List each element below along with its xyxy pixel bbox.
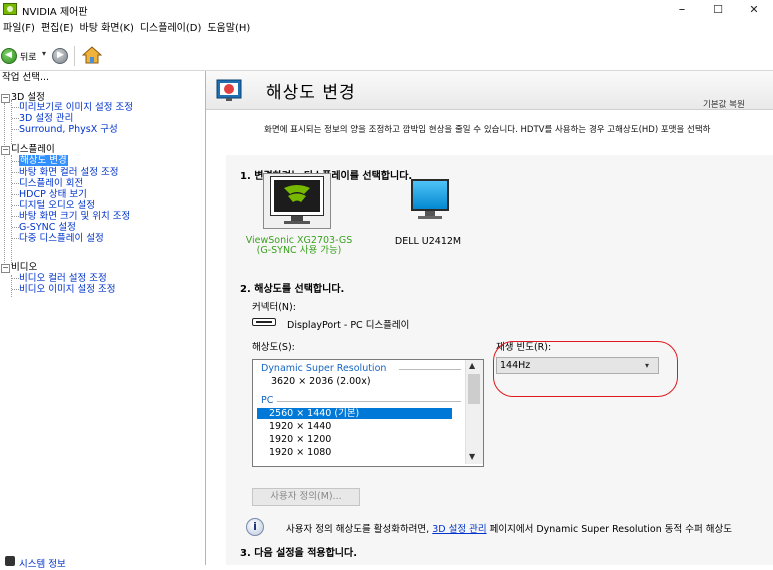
monitor1-gsync-note: (G-SYNC 사용 가능) <box>256 245 342 256</box>
forward-arrow-icon[interactable] <box>52 48 68 64</box>
window-title: NVIDIA 제어판 <box>22 7 88 18</box>
page-banner: 해상도 변경 기본값 복원 <box>206 71 773 110</box>
tree-item-multi-display[interactable]: 다중 디스플레이 설정 <box>19 233 104 244</box>
page-description: 화면에 표시되는 정보의 양을 조정하고 깜박임 현상을 줄일 수 있습니다. … <box>264 125 711 135</box>
tree-item-desktop-size[interactable]: 바탕 화면 크기 및 위치 조정 <box>19 211 130 222</box>
tree-item-manage-3d[interactable]: 3D 설정 관리 <box>19 113 73 124</box>
back-arrow-icon[interactable] <box>1 48 17 64</box>
restore-defaults-link[interactable]: 기본값 복원 <box>703 98 745 110</box>
tree-item-change-resolution[interactable]: 해상도 변경 <box>19 155 68 166</box>
title-bar: NVIDIA 제어판 – ☐ ✕ <box>0 0 773 20</box>
tree-item-video-color[interactable]: 비디오 컬러 설정 조정 <box>19 273 107 284</box>
step2-heading: 2. 해상도를 선택합니다. <box>240 284 345 295</box>
list-item-selected[interactable]: 2560 × 1440 (기본) <box>257 408 452 419</box>
info-note: 사용자 정의 해상도를 활성화하려면, 3D 설정 관리 페이지에서 Dynam… <box>286 521 732 535</box>
highlight-annotation-circle <box>493 341 678 397</box>
list-item[interactable]: 1920 × 1440 <box>269 421 481 432</box>
tree-item-hdcp-status[interactable]: HDCP 상태 보기 <box>19 189 87 200</box>
nvidia-app-icon <box>3 3 17 15</box>
dell-monitor-icon[interactable] <box>411 179 449 211</box>
tree-item-rotate-display[interactable]: 디스플레이 회전 <box>19 178 83 189</box>
tree-item-image-preview[interactable]: 미리보기로 이미지 설정 조정 <box>19 102 133 113</box>
menu-display[interactable]: 디스플레이(D) <box>137 21 205 37</box>
menu-bar: 파일(F) 편집(E) 바탕 화면(K) 디스플레이(D) 도움말(H) <box>0 21 773 37</box>
tree-group-video[interactable]: 비디오 <box>11 262 37 273</box>
back-history-dropdown[interactable]: ▾ <box>42 49 46 58</box>
tree-item-video-image[interactable]: 비디오 이미지 설정 조정 <box>19 284 115 295</box>
tree-item-gsync[interactable]: G-SYNC 설정 <box>19 222 76 233</box>
maximize-button[interactable]: ☐ <box>700 0 736 20</box>
back-button-label[interactable]: 뒤로 <box>20 50 37 63</box>
tree-item-digital-audio[interactable]: 디지털 오디오 설정 <box>19 200 95 211</box>
menu-help[interactable]: 도움말(H) <box>204 21 253 37</box>
connector-value: DisplayPort - PC 디스플레이 <box>287 320 410 331</box>
scroll-up-icon[interactable]: ▲ <box>469 361 475 370</box>
toolbar-divider <box>74 46 75 66</box>
resolution-listbox[interactable]: Dynamic Super Resolution 3620 × 2036 (2.… <box>252 359 484 467</box>
collapse-display-icon[interactable]: − <box>1 146 10 155</box>
menu-edit[interactable]: 편집(E) <box>38 21 77 37</box>
displayport-connector-icon <box>252 318 276 326</box>
monitor-base <box>418 216 442 219</box>
menu-file[interactable]: 파일(F) <box>0 21 38 37</box>
list-item[interactable]: 1920 × 1080 <box>269 447 481 458</box>
monitor1-name[interactable]: ViewSonic XG2703-GS (G-SYNC 사용 가능) <box>244 236 354 256</box>
scrollbar-thumb[interactable] <box>468 374 480 404</box>
close-button[interactable]: ✕ <box>736 0 772 20</box>
viewsonic-monitor-icon[interactable] <box>270 176 324 216</box>
collapse-video-icon[interactable]: − <box>1 264 10 273</box>
task-tree-panel: 작업 선택... − 3D 설정 미리보기로 이미지 설정 조정 3D 설정 관… <box>0 71 206 570</box>
list-item[interactable]: 1920 × 1200 <box>269 434 481 445</box>
listbox-scrollbar[interactable]: ▲ ▼ <box>465 360 483 464</box>
collapse-3d-settings-icon[interactable]: − <box>1 94 10 103</box>
toolbar: 뒤로 ▾ <box>0 40 773 71</box>
task-panel-header: 작업 선택... <box>2 72 50 83</box>
connector-label: 커넥터(N): <box>252 302 296 313</box>
manage-3d-settings-link[interactable]: 3D 설정 관리 <box>432 524 486 535</box>
info-text-suffix: 페이지에서 Dynamic Super Resolution 동적 수퍼 해상도 <box>489 524 732 535</box>
tree-group-display[interactable]: 디스플레이 <box>11 144 55 155</box>
tree-item-surround-physx[interactable]: Surround, PhysX 구성 <box>19 124 118 135</box>
customize-button[interactable]: 사용자 정의(M)... <box>252 488 360 506</box>
menu-desktop[interactable]: 바탕 화면(K) <box>77 21 137 37</box>
info-icon: i <box>246 518 264 536</box>
info-text-prefix: 사용자 정의 해상도를 활성화하려면, <box>286 524 430 535</box>
home-icon[interactable] <box>81 46 103 64</box>
display-resolution-icon <box>216 78 242 102</box>
resolution-label: 해상도(S): <box>252 342 295 353</box>
step3-heading: 3. 다음 설정을 적용합니다. <box>240 548 357 559</box>
monitor-base <box>284 221 310 224</box>
page-title: 해상도 변경 <box>266 83 356 103</box>
scroll-down-icon[interactable]: ▼ <box>469 452 475 461</box>
minimize-button[interactable]: – <box>664 0 700 20</box>
tree-item-desktop-color[interactable]: 바탕 화면 컬러 설정 조정 <box>19 167 118 178</box>
content-panel: 해상도 변경 기본값 복원 화면에 표시되는 정보의 양을 조정하고 깜박임 현… <box>206 71 773 565</box>
list-item[interactable]: 3620 × 2036 (2.00x) <box>271 376 483 387</box>
system-info-link[interactable]: 시스템 정보 <box>5 556 66 570</box>
monitor2-name[interactable]: DELL U2412M <box>388 236 468 247</box>
